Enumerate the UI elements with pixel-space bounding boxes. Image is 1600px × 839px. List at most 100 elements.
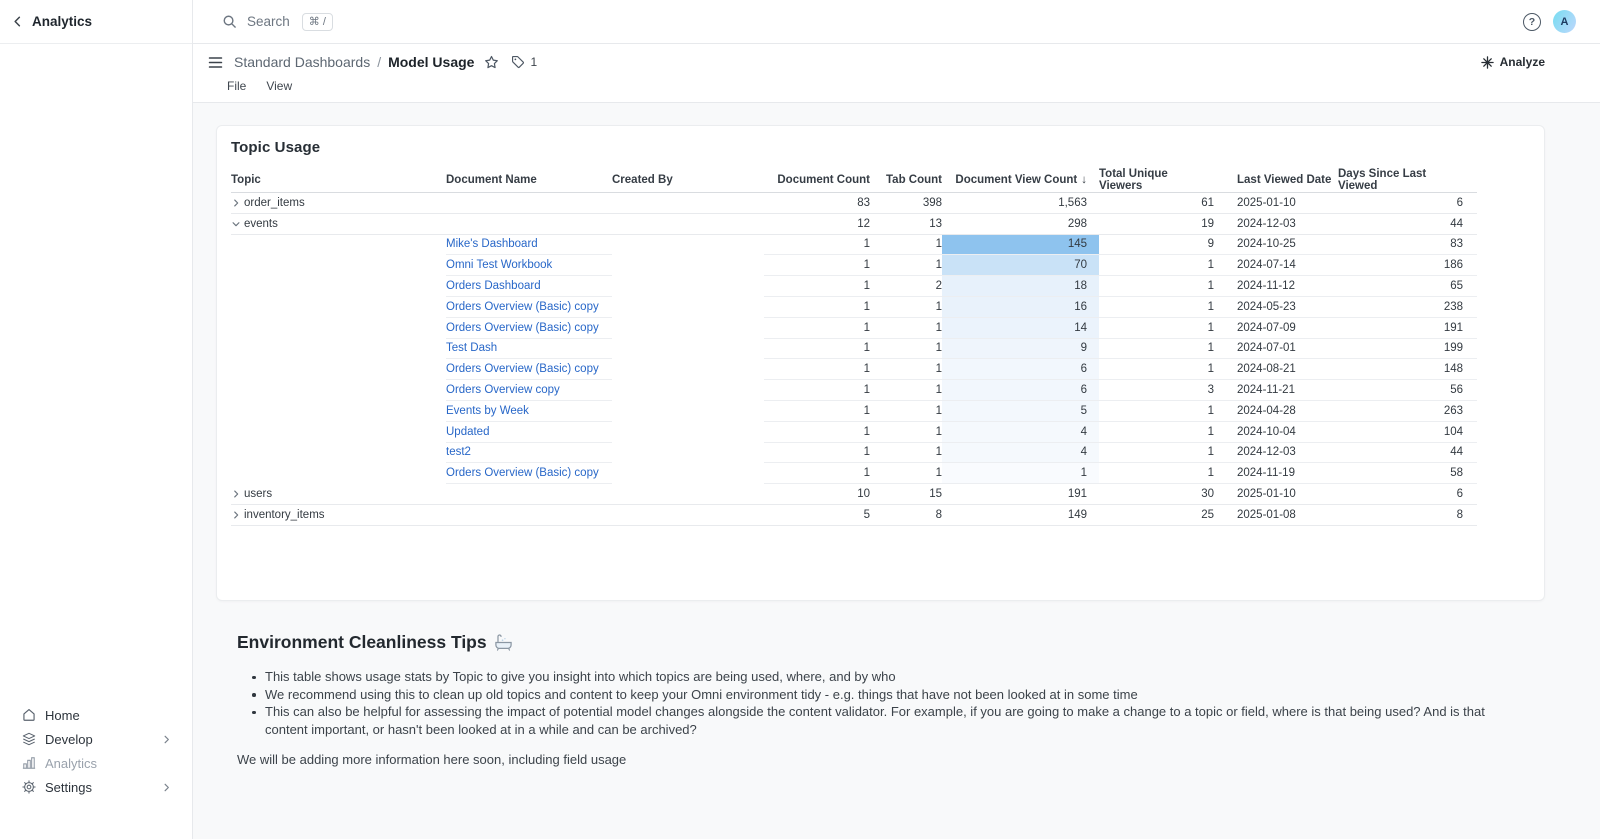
column-header-topic[interactable]: Topic	[231, 167, 446, 192]
cell-tab-count: 1	[870, 255, 942, 277]
document-link[interactable]: Orders Dashboard	[446, 280, 541, 292]
cell-created-by	[612, 422, 764, 443]
cell-created-by	[612, 339, 764, 360]
cell-last-viewed-date: 2025-01-10	[1214, 193, 1338, 214]
search-icon	[222, 14, 237, 29]
cell-days-since-last-viewed-value: 44	[1450, 446, 1463, 459]
document-link[interactable]: Events by Week	[446, 405, 529, 417]
cell-document-view-count: 16	[942, 296, 1099, 318]
column-header-document-name[interactable]: Document Name	[446, 167, 612, 192]
column-header-days-since-last-viewed[interactable]: Days Since Last Viewed	[1338, 167, 1477, 192]
column-header-document-count[interactable]: Document Count	[764, 167, 870, 192]
document-link[interactable]: Orders Overview copy	[446, 384, 560, 396]
cell-tab-count: 398	[870, 193, 942, 214]
cell-document-view-count: 70	[942, 255, 1099, 277]
document-link[interactable]: Orders Overview (Basic) copy	[446, 301, 599, 313]
cell-days-since-last-viewed-value: 8	[1456, 508, 1463, 521]
cell-days-since-last-viewed-value: 65	[1450, 280, 1463, 293]
sidebar-item-develop[interactable]: Develop	[0, 727, 192, 751]
cell-document-view-count: 18	[942, 276, 1099, 297]
sidebar-item-home[interactable]: Home	[0, 703, 192, 727]
column-header-document-view-count[interactable]: Document View Count ↓	[942, 167, 1099, 192]
topic-name[interactable]: events	[244, 218, 278, 230]
cell-last-viewed-date: 2024-11-21	[1214, 380, 1338, 401]
document-link[interactable]: Mike's Dashboard	[446, 238, 538, 250]
column-header-total-unique-viewers[interactable]: Total Unique Viewers	[1099, 167, 1214, 192]
document-link[interactable]: Omni Test Workbook	[446, 259, 552, 271]
cell-document-view-count: 1,563	[942, 193, 1099, 214]
cell-total-unique-viewers: 1	[1099, 422, 1214, 443]
cell-last-viewed-date-value: 2024-10-25	[1237, 238, 1296, 251]
cell-document-count: 1	[764, 339, 870, 360]
cell-days-since-last-viewed-value: 58	[1450, 467, 1463, 480]
expand-chevron-icon[interactable]	[231, 489, 241, 499]
sidebar-item-settings[interactable]: Settings	[0, 775, 192, 799]
cell-document-name: Orders Overview (Basic) copy	[446, 359, 612, 381]
cell-topic: inventory_items	[231, 505, 446, 526]
cell-document-name: Orders Overview (Basic) copy	[446, 463, 612, 485]
avatar[interactable]: A	[1553, 10, 1576, 33]
cell-days-since-last-viewed-value: 148	[1443, 363, 1463, 376]
document-link[interactable]: Updated	[446, 426, 489, 438]
cell-document-count: 1	[764, 463, 870, 485]
cell-last-viewed-date-value: 2024-08-21	[1237, 363, 1296, 376]
topic-name[interactable]: users	[244, 488, 272, 500]
expand-chevron-icon[interactable]	[231, 510, 241, 520]
cell-tab-count-value: 13	[929, 217, 942, 230]
home-icon	[22, 708, 36, 722]
cell-document-view-count-value: 191	[1067, 488, 1087, 501]
cell-document-view-count-value: 145	[1067, 238, 1087, 251]
cell-days-since-last-viewed-value: 44	[1450, 217, 1463, 230]
column-header-created-by[interactable]: Created By	[612, 167, 764, 192]
hamburger-menu-icon[interactable]	[208, 56, 223, 69]
menu-file[interactable]: File	[227, 79, 246, 93]
document-link[interactable]: test2	[446, 446, 471, 458]
cell-document-view-count-value: 298	[1067, 217, 1087, 230]
cell-last-viewed-date-value: 2024-11-12	[1237, 280, 1295, 293]
table-row-document: Omni Test Workbook 1 1 70 1 2024-07-14 186	[231, 255, 1477, 277]
document-link[interactable]: Orders Overview (Basic) copy	[446, 322, 599, 334]
favorite-star-icon[interactable]	[484, 55, 499, 70]
document-link[interactable]: Orders Overview (Basic) copy	[446, 467, 599, 479]
column-header-last-viewed-date[interactable]: Last Viewed Date	[1214, 167, 1338, 192]
tag-button[interactable]: 1	[511, 55, 537, 69]
sidebar-item-analytics[interactable]: Analytics	[0, 751, 192, 775]
cell-last-viewed-date: 2024-12-03	[1214, 214, 1338, 235]
table-row-document: Orders Overview (Basic) copy 1 1 14 1 2024-07…	[231, 317, 1477, 339]
sidebar-header: Analytics	[0, 0, 192, 44]
column-header-tab-count[interactable]: Tab Count	[870, 167, 942, 192]
expand-chevron-icon[interactable]	[231, 198, 241, 208]
cell-document-name	[446, 193, 612, 214]
table-row-document: Events by Week 1 1 5 1 2024-04-28 263	[231, 400, 1477, 422]
table-row-document: Orders Overview (Basic) copy 1 1 16 1 2024-05…	[231, 296, 1477, 318]
cell-tab-count: 1	[870, 235, 942, 256]
cell-days-since-last-viewed-value: 6	[1456, 488, 1463, 501]
topic-name[interactable]: order_items	[244, 197, 305, 209]
back-chevron-icon[interactable]	[10, 14, 25, 29]
analytics-icon	[22, 756, 36, 770]
analyze-button[interactable]: Analyze	[1480, 55, 1545, 69]
document-link[interactable]: Orders Overview (Basic) copy	[446, 363, 599, 375]
cell-last-viewed-date-value: 2024-07-09	[1237, 321, 1296, 334]
tips-list: This table shows usage stats by Topic to…	[237, 668, 1486, 738]
breadcrumb-parent[interactable]: Standard Dashboards	[234, 54, 370, 70]
topic-name[interactable]: inventory_items	[244, 509, 325, 521]
help-icon[interactable]: ?	[1523, 12, 1541, 31]
cell-days-since-last-viewed-value: 186	[1443, 259, 1463, 272]
collapse-chevron-icon[interactable]	[231, 219, 241, 229]
cell-days-since-last-viewed: 83	[1338, 235, 1477, 256]
document-link[interactable]: Test Dash	[446, 342, 497, 354]
cell-total-unique-viewers: 1	[1099, 276, 1214, 297]
cell-last-viewed-date-value: 2024-10-04	[1237, 425, 1296, 438]
app-window: Analytics Home Develop Analytics Settings S…	[0, 0, 1600, 839]
cell-document-count: 1	[764, 276, 870, 297]
breadcrumb-separator: /	[377, 54, 382, 70]
menu-view[interactable]: View	[266, 79, 292, 93]
cell-topic	[231, 422, 446, 443]
search-input[interactable]: Search ⌘ /	[222, 12, 333, 31]
cell-topic	[231, 380, 446, 401]
sidebar-item-label: Settings	[45, 779, 92, 795]
cell-created-by	[612, 484, 764, 505]
cell-tab-count: 13	[870, 214, 942, 235]
